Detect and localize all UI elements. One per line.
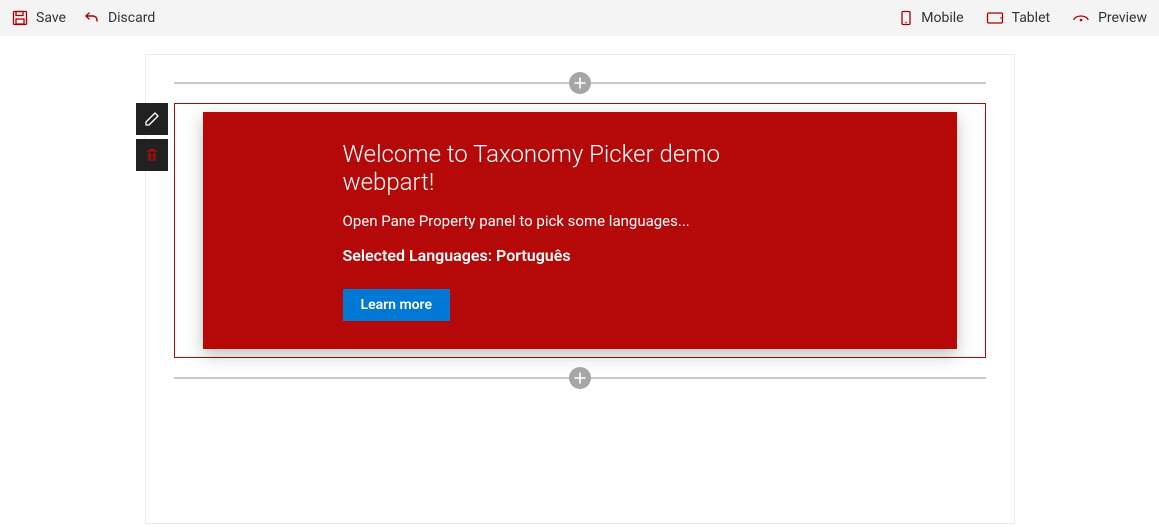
tablet-icon	[986, 11, 1004, 25]
webpart-selection-outline[interactable]: Welcome to Taxonomy Picker demo webpart!…	[174, 103, 986, 358]
discard-button-label: Discard	[108, 0, 155, 36]
mobile-preview-label: Mobile	[921, 0, 963, 36]
plus-icon	[574, 77, 586, 89]
delete-webpart-button[interactable]	[136, 139, 168, 171]
edit-webpart-button[interactable]	[136, 103, 168, 135]
learn-more-button[interactable]: Learn more	[343, 289, 450, 321]
mobile-preview-button[interactable]: Mobile	[899, 0, 963, 36]
add-section-button-bottom[interactable]	[569, 367, 591, 389]
tablet-preview-label: Tablet	[1012, 0, 1050, 36]
command-bar: Save Discard Mobile	[0, 0, 1159, 36]
webpart-toolbar	[136, 103, 168, 171]
preview-button-label: Preview	[1098, 0, 1147, 36]
save-button[interactable]: Save	[12, 0, 66, 36]
save-button-label: Save	[36, 0, 66, 36]
save-icon	[12, 10, 28, 26]
plus-icon	[574, 372, 586, 384]
add-section-divider-top	[174, 73, 986, 93]
discard-button[interactable]: Discard	[84, 0, 155, 36]
add-section-button-top[interactable]	[569, 72, 591, 94]
webpart-subtitle: Open Pane Property panel to pick some la…	[343, 212, 817, 230]
page-canvas: Welcome to Taxonomy Picker demo webpart!…	[145, 54, 1015, 524]
tablet-preview-button[interactable]: Tablet	[986, 0, 1050, 36]
undo-icon	[84, 10, 100, 26]
webpart-body: Welcome to Taxonomy Picker demo webpart!…	[203, 112, 957, 349]
pencil-icon	[144, 111, 160, 127]
webpart-selected-languages: Selected Languages: Português	[343, 246, 817, 265]
trash-icon	[144, 147, 160, 163]
mobile-icon	[899, 10, 913, 26]
preview-button[interactable]: Preview	[1072, 0, 1147, 36]
preview-icon	[1072, 11, 1090, 25]
add-section-divider-bottom	[174, 368, 986, 388]
webpart-title: Welcome to Taxonomy Picker demo webpart!	[343, 140, 817, 196]
webpart-zone: Welcome to Taxonomy Picker demo webpart!…	[174, 103, 986, 358]
